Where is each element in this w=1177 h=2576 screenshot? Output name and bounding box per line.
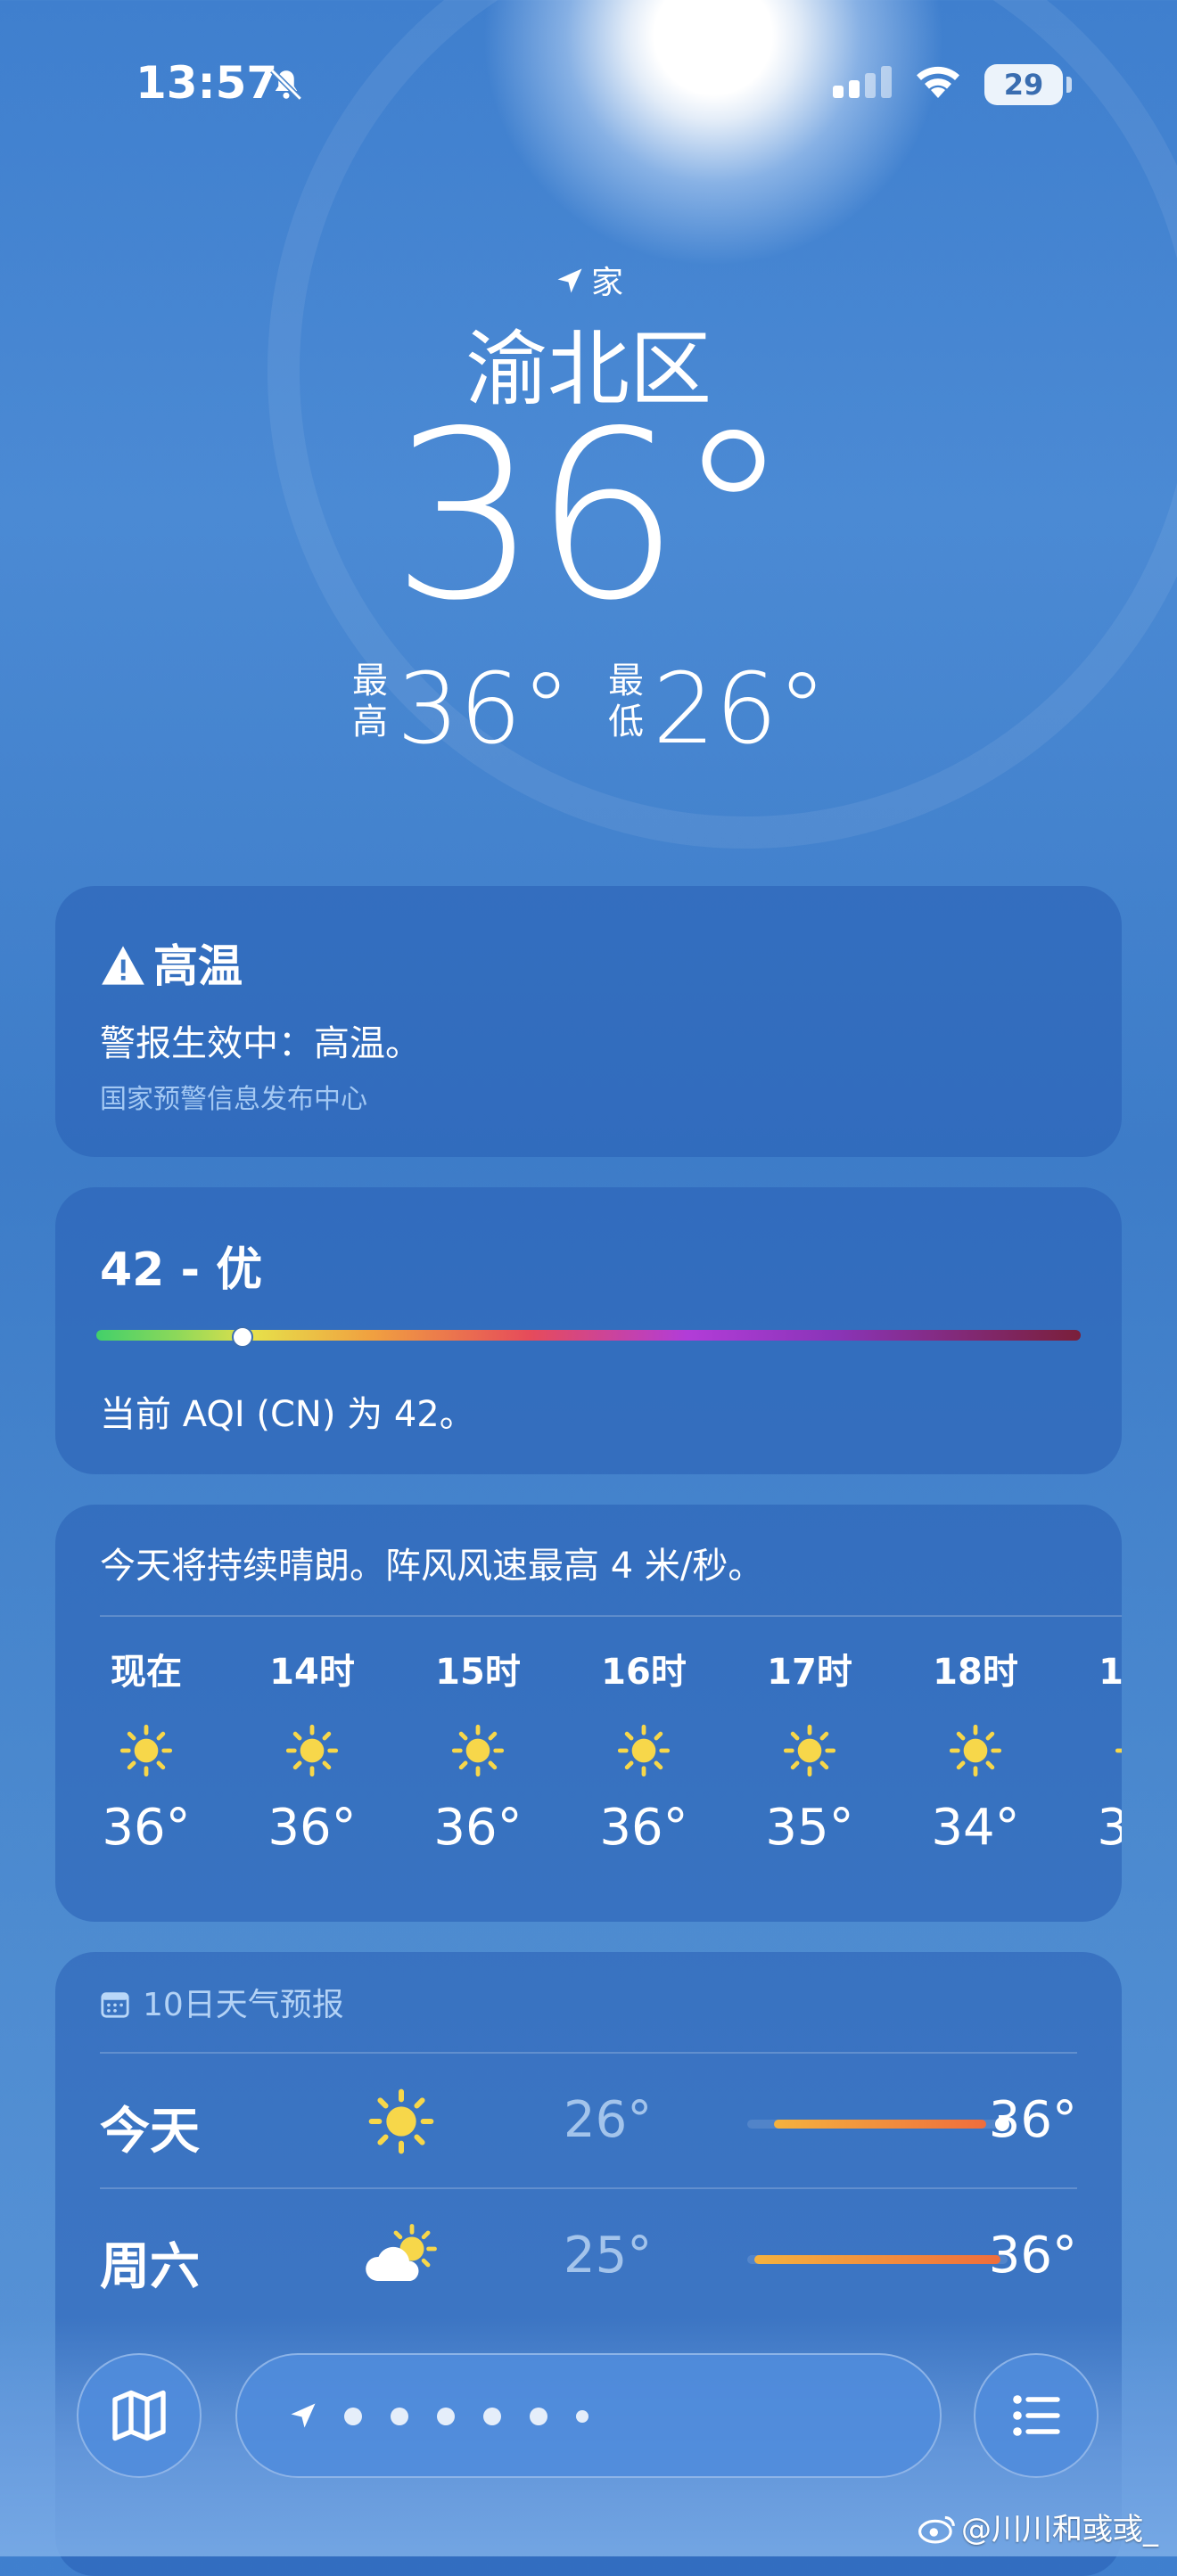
- hour-weather: [284, 1722, 341, 1779]
- alert-source: 国家预警信息发布中心: [100, 1084, 367, 1115]
- map-icon: [112, 2390, 166, 2441]
- home-location-tag: 家: [0, 257, 1177, 303]
- map-button[interactable]: [77, 2353, 202, 2478]
- high-label: 最高: [352, 660, 389, 742]
- temperature-range-bar: [747, 2117, 1009, 2131]
- hour-weather: [781, 1722, 838, 1779]
- hourly-summary: 今天将持续晴朗。阵风风速最高 4 米/秒。: [100, 1546, 764, 1587]
- temperature-range-fill: [754, 2255, 1000, 2264]
- sun-icon: [368, 2088, 434, 2154]
- hour-weather: [1113, 1722, 1122, 1779]
- battery-indicator: 29: [984, 64, 1063, 105]
- alert-title: 高温: [100, 931, 243, 995]
- aqi-value: 42 - 优: [100, 1243, 263, 1297]
- day-weather: [364, 2086, 439, 2157]
- temperature-range-bar: [747, 2255, 1008, 2264]
- wifi-icon: [917, 66, 959, 98]
- page-dot[interactable]: [391, 2408, 408, 2425]
- hourly-item: 现在 36°: [75, 1647, 218, 1857]
- alert-text: 警报生效中：高温。: [100, 1023, 421, 1064]
- cellular-signal-icon: [833, 66, 897, 98]
- ten-day-header-text: 10日天气预报: [143, 1987, 344, 2023]
- hour-label: 18时: [933, 1652, 1018, 1693]
- hour-label: 17时: [767, 1652, 852, 1693]
- heat-alert-card[interactable]: 高温 警报生效中：高温。 国家预警信息发布中心: [55, 886, 1122, 1157]
- low-label: 最低: [608, 660, 644, 742]
- hour-weather: [947, 1722, 1004, 1779]
- hour-weather: [615, 1722, 672, 1779]
- daily-row[interactable]: 周六 25° 36°: [100, 2187, 1077, 2323]
- hourly-item: 18时 34°: [904, 1647, 1047, 1857]
- high-low-temperatures: 最高36° 最低26°: [0, 660, 1177, 758]
- current-temperature: 36°: [391, 382, 792, 652]
- hour-temperature: 34°: [931, 1799, 1020, 1857]
- location-page-indicator[interactable]: [235, 2353, 942, 2478]
- temperature-range-fill: [773, 2120, 986, 2129]
- hourly-item: 15时 36°: [407, 1647, 549, 1857]
- high-temperature: 36°: [397, 652, 571, 766]
- calendar-icon: [101, 1992, 129, 2018]
- page-dot[interactable]: [344, 2408, 362, 2425]
- page-dot[interactable]: [530, 2408, 547, 2425]
- day-name: 周六: [100, 2238, 200, 2296]
- watermark-text: @川川和彧彧_: [961, 2512, 1158, 2547]
- list-icon: [1013, 2395, 1060, 2436]
- hour-temperature: 33°: [1097, 1799, 1122, 1857]
- page-dot[interactable]: [437, 2408, 455, 2425]
- day-low-temperature: 26°: [564, 2091, 653, 2149]
- hour-label: 19时: [1099, 1652, 1122, 1693]
- sun-icon: [949, 1724, 1002, 1777]
- current-location-arrow-icon: [291, 2403, 316, 2428]
- day-high-temperature: 36°: [988, 2091, 1077, 2149]
- hourly-item: 17时 35°: [738, 1647, 881, 1857]
- hour-temperature: 36°: [599, 1799, 688, 1857]
- day-low-temperature: 25°: [564, 2227, 653, 2285]
- hourly-item: 16时 36°: [572, 1647, 715, 1857]
- page-dot[interactable]: [576, 2410, 588, 2423]
- day-name: 今天: [100, 2103, 200, 2161]
- divider: [100, 1615, 1122, 1617]
- location-arrow-icon: [557, 268, 582, 293]
- status-bar: 13:57 29: [0, 0, 1177, 169]
- partly-cloudy-icon: [366, 2224, 437, 2281]
- page-dot[interactable]: [483, 2408, 501, 2425]
- sun-icon: [285, 1724, 339, 1777]
- hourly-item: 14时 36°: [241, 1647, 383, 1857]
- hour-label: 现在: [111, 1652, 182, 1693]
- hour-label: 16时: [601, 1652, 687, 1693]
- warning-icon: [102, 946, 144, 985]
- sun-icon: [783, 1724, 836, 1777]
- battery-tip: [1066, 77, 1072, 93]
- hour-weather: [449, 1722, 506, 1779]
- hour-temperature: 36°: [102, 1799, 191, 1857]
- day-weather: [364, 2221, 439, 2293]
- hourly-item: 19时 33°: [1070, 1647, 1122, 1857]
- hour-temperature: 36°: [268, 1799, 357, 1857]
- sun-icon: [119, 1724, 173, 1777]
- aqi-description: 当前 AQI (CN) 为 42。: [100, 1394, 475, 1435]
- location-list-button[interactable]: [974, 2353, 1099, 2478]
- sun-icon: [451, 1724, 505, 1777]
- day-high-temperature: 36°: [988, 2227, 1077, 2285]
- location-tag-label: 家: [590, 265, 623, 301]
- weibo-icon: [918, 2515, 955, 2544]
- watermark: @川川和彧彧_: [918, 2505, 1158, 2548]
- hour-temperature: 36°: [433, 1799, 523, 1857]
- sun-icon: [617, 1724, 671, 1777]
- bell-slash-icon: [270, 69, 302, 101]
- hour-label: 15时: [435, 1652, 521, 1693]
- low-temperature: 26°: [653, 652, 827, 766]
- alert-title-text: 高温: [153, 940, 243, 992]
- daily-row[interactable]: 今天 26° 36°: [100, 2052, 1077, 2187]
- status-time: 13:57: [136, 57, 278, 109]
- hour-label: 14时: [269, 1652, 355, 1693]
- air-quality-card[interactable]: 42 - 优 当前 AQI (CN) 为 42。: [55, 1187, 1122, 1474]
- hour-temperature: 35°: [765, 1799, 854, 1857]
- hour-weather: [118, 1722, 175, 1779]
- ten-day-header: 10日天气预报: [100, 1979, 344, 2025]
- aqi-marker: [232, 1326, 253, 1348]
- hourly-forecast-card[interactable]: 今天将持续晴朗。阵风风速最高 4 米/秒。 现在 36° 14时 36° 15时 36° 1…: [55, 1505, 1122, 1922]
- sun-icon: [1115, 1748, 1122, 1753]
